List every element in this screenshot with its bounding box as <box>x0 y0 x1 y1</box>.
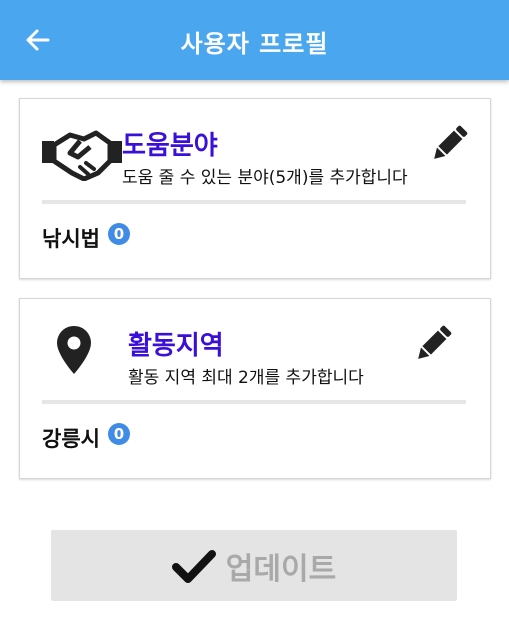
update-button-label: 업데이트 <box>225 551 337 587</box>
divider <box>42 400 466 404</box>
count-badge: 0 <box>107 223 130 245</box>
help-field-item-label: 낚시법 <box>42 227 100 251</box>
help-field-card: 도움분야 도움 줄 수 있는 분야(5개)를 추가합니다 낚시법 0 <box>19 98 491 279</box>
pencil-icon[interactable] <box>414 325 452 363</box>
help-field-item[interactable]: 낚시법 0 <box>42 223 130 253</box>
activity-region-description: 활동 지역 최대 2개를 추가합니다 <box>128 368 364 388</box>
handshake-icon <box>42 130 122 181</box>
divider <box>42 200 466 204</box>
map-marker-icon <box>57 326 91 374</box>
help-field-title: 도움분야 <box>122 131 218 161</box>
page-title: 사용자 프로필 <box>180 30 329 58</box>
activity-region-title: 활동지역 <box>128 331 224 361</box>
count-badge: 0 <box>107 423 130 445</box>
app-bar: 사용자 프로필 <box>0 0 509 80</box>
help-field-description: 도움 줄 수 있는 분야(5개)를 추가합니다 <box>122 168 408 188</box>
update-button[interactable]: 업데이트 <box>51 530 457 601</box>
activity-region-card: 활동지역 활동 지역 최대 2개를 추가합니다 강릉시 0 <box>19 298 491 479</box>
activity-region-item-label: 강릉시 <box>42 427 100 451</box>
checkmark-icon <box>171 549 216 583</box>
activity-region-item[interactable]: 강릉시 0 <box>42 423 130 453</box>
pencil-icon[interactable] <box>430 125 468 163</box>
